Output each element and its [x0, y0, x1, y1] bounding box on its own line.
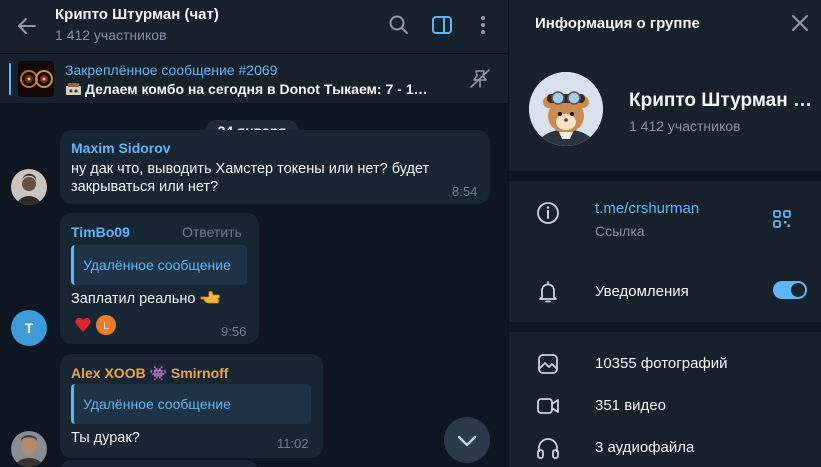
group-link[interactable]: t.me/crshurman: [595, 200, 699, 217]
avatar[interactable]: [11, 431, 47, 467]
group-info-panel: Информация о группе Крипто Штурман … 1 4…: [508, 0, 821, 467]
message-time: 8:54: [452, 184, 478, 199]
avatar[interactable]: [11, 169, 47, 205]
more-options-icon[interactable]: [470, 12, 496, 38]
heart-reaction-icon: [75, 317, 91, 332]
unpin-icon[interactable]: [466, 66, 494, 92]
chat-member-count: 1 412 участников: [55, 27, 167, 43]
message-time: 11:02: [277, 436, 309, 451]
quoted-message[interactable]: Удалённое сообщение: [71, 384, 311, 424]
message-sender[interactable]: Alex XOOB 👾 Smirnoff: [71, 365, 228, 382]
chat-title[interactable]: Крипто Штурман (чат): [55, 6, 219, 23]
pinned-thumbnail: [18, 61, 54, 97]
message-text: ну дак что, выводить Хамстер токены или …: [71, 161, 430, 177]
message-bubble[interactable]: Alex XOOB 👾 Smirnoff Удалённое сообщение…: [60, 354, 323, 458]
pinned-text-row: Делаем комбо на сегодня в Donot Тыкаем: …: [65, 81, 450, 97]
message-text-content: Заплатил реально: [71, 291, 196, 307]
group-name: Крипто Штурман …: [629, 90, 812, 111]
section-divider: [509, 322, 821, 332]
headphones-icon: [537, 438, 559, 459]
chat-panel: Крипто Штурман (чат) 1 412 участников За…: [0, 0, 508, 467]
media-videos-label: 351 видео: [595, 397, 666, 414]
toggle-knob: [791, 283, 805, 297]
qr-code-icon[interactable]: [771, 208, 793, 230]
close-icon[interactable]: [789, 12, 811, 34]
reply-button[interactable]: Ответить: [182, 224, 242, 240]
pinned-title: Закреплённое сообщение #2069: [65, 62, 278, 78]
group-link-caption: Ссылка: [595, 223, 645, 239]
back-arrow-icon[interactable]: [14, 13, 40, 39]
sidebar-toggle-icon[interactable]: [429, 12, 455, 38]
message-text: закрываться или нет?: [71, 179, 219, 195]
quoted-message[interactable]: Удалённое сообщение: [71, 245, 247, 285]
scroll-down-button[interactable]: [444, 417, 490, 463]
photo-icon: [538, 354, 558, 374]
message-sender[interactable]: Maxim Sidorov: [71, 140, 171, 156]
message-sender[interactable]: TimBo09: [71, 224, 130, 240]
group-member-count: 1 412 участников: [629, 118, 741, 134]
pinned-message-bar[interactable]: Закреплённое сообщение #2069 Делаем комб…: [0, 54, 508, 104]
message-text: Ты дурак?: [71, 430, 140, 446]
pinned-indicator: [9, 63, 11, 95]
message-bubble[interactable]: [60, 460, 258, 467]
chat-header: Крипто Штурман (чат) 1 412 участников: [0, 0, 508, 54]
section-divider: [509, 171, 821, 181]
video-icon: [537, 398, 559, 414]
bell-icon: [539, 281, 557, 303]
reaction-badge-letter: L: [103, 321, 109, 332]
info-icon: [537, 202, 559, 224]
message-bubble[interactable]: TimBo09 Ответить Удалённое сообщение Зап…: [60, 213, 259, 344]
search-icon[interactable]: [386, 12, 412, 38]
avatar[interactable]: T: [11, 310, 47, 346]
pointing-hand-emoji-icon: [201, 290, 221, 304]
sticker-icon: [66, 83, 81, 95]
media-photos-label: 10355 фотографий: [595, 355, 728, 372]
notifications-toggle[interactable]: [773, 281, 807, 299]
pinned-text: Делаем комбо на сегодня в Donot Тыкаем: …: [85, 81, 428, 97]
message-time: 9:56: [221, 324, 247, 339]
media-audio-label: 3 аудиофайла: [595, 439, 695, 456]
info-panel-title: Информация о группе: [535, 15, 700, 32]
message-bubble[interactable]: Maxim Sidorov ну дак что, выводить Хамст…: [60, 130, 490, 204]
group-avatar[interactable]: [529, 72, 603, 146]
message-text: Заплатил реально: [71, 288, 221, 309]
reactions[interactable]: L: [74, 314, 120, 336]
chevron-down-icon: [457, 435, 477, 447]
notifications-label: Уведомления: [595, 283, 689, 300]
